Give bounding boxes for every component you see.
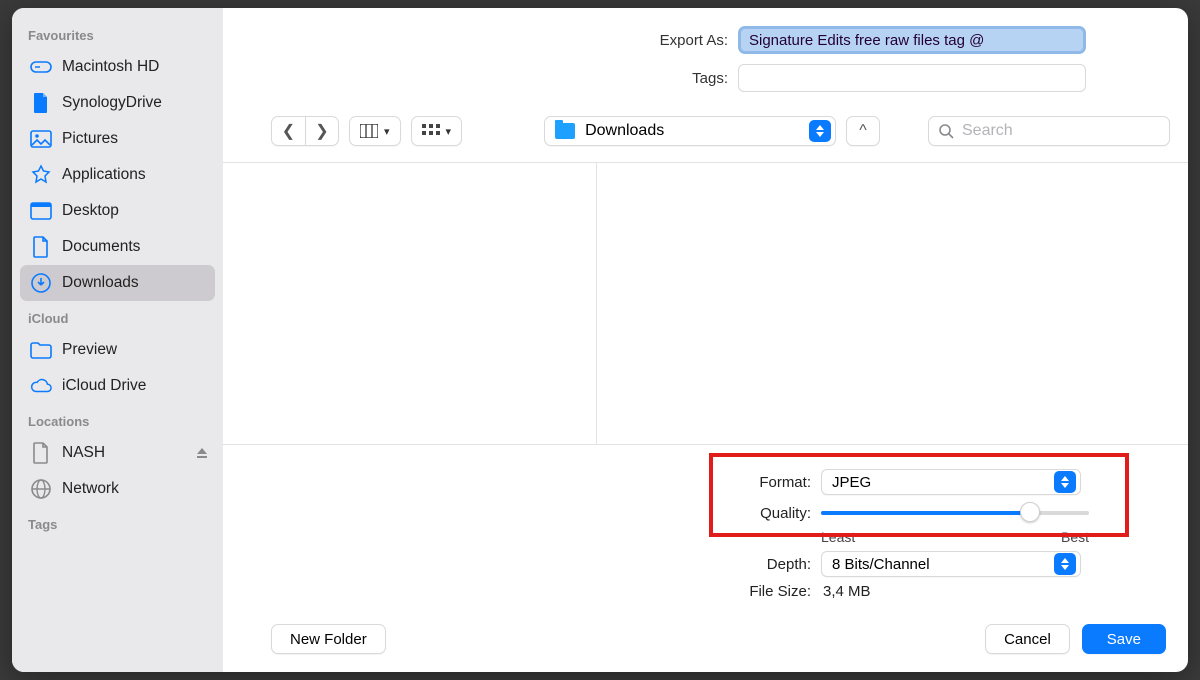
chevron-up-icon: ^ [859, 122, 867, 140]
sidebar-item-label: Desktop [62, 202, 119, 220]
toolbar: ❮ ❯ ▾ ▾ Downloads ^ Search [223, 110, 1188, 163]
sidebar-item-preview[interactable]: Preview [12, 332, 223, 368]
disk-icon [30, 56, 52, 78]
sidebar-item-nash[interactable]: NASH [12, 435, 223, 471]
cancel-button[interactable]: Cancel [985, 624, 1070, 654]
sidebar-item-network[interactable]: Network [12, 471, 223, 507]
dialog-footer: New Folder Cancel Save [223, 610, 1188, 672]
slider-thumb[interactable] [1020, 502, 1040, 522]
new-folder-button[interactable]: New Folder [271, 624, 386, 654]
quality-label: Quality: [223, 505, 811, 522]
sidebar-item-label: Documents [62, 238, 140, 256]
document-icon [30, 236, 52, 258]
sidebar-item-macintosh-hd[interactable]: Macintosh HD [12, 49, 223, 85]
filename-input[interactable] [738, 26, 1086, 54]
cloud-icon [30, 375, 52, 397]
depth-select[interactable]: 8 Bits/Channel [821, 551, 1081, 577]
sidebar-item-pictures[interactable]: Pictures [12, 121, 223, 157]
stepper-icon [809, 120, 831, 142]
save-button[interactable]: Save [1082, 624, 1166, 654]
sidebar-item-label: iCloud Drive [62, 377, 146, 395]
document-icon [30, 442, 52, 464]
browser-column-1 [223, 163, 597, 444]
format-select[interactable]: JPEG [821, 469, 1081, 495]
download-icon [30, 272, 52, 294]
sidebar-item-label: NASH [62, 444, 105, 462]
quality-best-label: Best [1061, 529, 1089, 545]
folder-icon [555, 123, 575, 139]
export-options: Format: JPEG Quality: Least Best [223, 445, 1188, 610]
tags-input[interactable] [738, 64, 1086, 92]
nav-back-forward: ❮ ❯ [271, 116, 339, 146]
eject-icon[interactable] [195, 446, 209, 460]
search-input[interactable]: Search [928, 116, 1170, 146]
file-browser[interactable] [223, 163, 1188, 445]
depth-value: 8 Bits/Channel [832, 556, 930, 573]
tags-label: Tags: [223, 70, 728, 87]
chevron-down-icon: ▾ [384, 125, 390, 138]
view-columns-button[interactable]: ▾ [349, 116, 401, 146]
sidebar-item-applications[interactable]: Applications [12, 157, 223, 193]
main-panel: Export As: Tags: ❮ ❯ ▾ ▾ [223, 8, 1188, 672]
quality-scale-labels: Least Best [821, 529, 1089, 545]
stepper-icon [1054, 471, 1076, 493]
export-as-label: Export As: [223, 32, 728, 49]
picture-icon [30, 128, 52, 150]
columns-icon [360, 124, 378, 138]
slider-track [821, 511, 1089, 515]
sidebar-item-label: Applications [62, 166, 146, 184]
group-by-button[interactable]: ▾ [411, 116, 463, 146]
quality-slider[interactable] [821, 501, 1089, 525]
export-dialog-window: Favourites Macintosh HD SynologyDrive Pi… [12, 8, 1188, 672]
export-form: Export As: Tags: [223, 8, 1188, 110]
sidebar-item-label: Macintosh HD [62, 58, 159, 76]
slider-fill [821, 511, 1030, 515]
sidebar-header-favourites: Favourites [12, 18, 223, 49]
globe-icon [30, 478, 52, 500]
sidebar-item-synologydrive[interactable]: SynologyDrive [12, 85, 223, 121]
apps-icon [30, 164, 52, 186]
sidebar-header-locations: Locations [12, 404, 223, 435]
filesize-value: 3,4 MB [821, 583, 871, 600]
desktop-icon [30, 200, 52, 222]
stepper-icon [1054, 553, 1076, 575]
sidebar-item-label: Pictures [62, 130, 118, 148]
location-select[interactable]: Downloads [544, 116, 836, 146]
sidebar-item-label: Preview [62, 341, 117, 359]
doc-icon [30, 92, 52, 114]
search-placeholder: Search [962, 122, 1013, 140]
sidebar-header-tags: Tags [12, 507, 223, 538]
sidebar-item-desktop[interactable]: Desktop [12, 193, 223, 229]
search-icon [939, 124, 954, 139]
sidebar-item-label: Network [62, 480, 119, 498]
browser-column-2 [597, 163, 1188, 444]
sidebar-item-documents[interactable]: Documents [12, 229, 223, 265]
filesize-label: File Size: [223, 583, 811, 600]
back-button[interactable]: ❮ [271, 116, 305, 146]
sidebar-item-label: Downloads [62, 274, 139, 292]
folder-icon [30, 339, 52, 361]
format-label: Format: [223, 474, 811, 491]
sidebar-item-label: SynologyDrive [62, 94, 162, 112]
location-label: Downloads [585, 122, 664, 140]
chevron-down-icon: ▾ [446, 125, 452, 138]
format-value: JPEG [832, 474, 871, 491]
grid-icon [422, 124, 440, 138]
collapse-button[interactable]: ^ [846, 116, 880, 146]
quality-least-label: Least [821, 529, 855, 545]
sidebar-item-downloads[interactable]: Downloads [20, 265, 215, 301]
depth-label: Depth: [223, 556, 811, 573]
sidebar-header-icloud: iCloud [12, 301, 223, 332]
sidebar-item-icloud-drive[interactable]: iCloud Drive [12, 368, 223, 404]
forward-button[interactable]: ❯ [305, 116, 339, 146]
sidebar: Favourites Macintosh HD SynologyDrive Pi… [12, 8, 223, 672]
